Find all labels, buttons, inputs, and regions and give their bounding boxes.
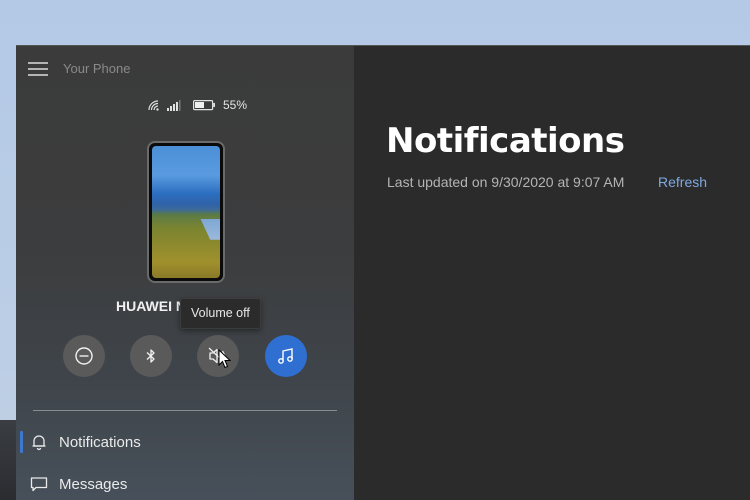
device-name: HUAWEI N <box>116 298 186 314</box>
selected-indicator <box>20 431 23 453</box>
phone-preview[interactable] <box>147 141 225 283</box>
sidebar-divider <box>33 410 337 411</box>
main-content: Notifications Last updated on 9/30/2020 … <box>354 46 750 500</box>
nav-item-label: Notifications <box>59 433 141 451</box>
your-phone-window: Your Phone 55% HUAWEI N Volume off Notif… <box>16 45 750 500</box>
wallpaper-lake <box>200 218 220 240</box>
phone-status-bar: 55% <box>16 98 354 112</box>
hamburger-line <box>28 68 48 70</box>
battery-icon <box>192 100 215 111</box>
bluetooth-icon <box>146 349 155 363</box>
battery-percentage: 55% <box>222 98 248 112</box>
bell-icon <box>32 435 46 451</box>
do-not-disturb-button[interactable] <box>63 335 105 377</box>
quick-actions <box>16 335 354 377</box>
hamburger-menu-button[interactable] <box>28 62 48 76</box>
hamburger-line <box>28 74 48 76</box>
tooltip: Volume off <box>180 298 261 329</box>
cellular-signal-icon <box>166 100 181 111</box>
app-title: Your Phone <box>63 61 131 76</box>
nav-item-messages[interactable]: Messages <box>16 464 354 500</box>
desktop-background-rock <box>0 420 16 500</box>
mouse-cursor-icon <box>218 349 232 369</box>
phone-wallpaper <box>152 146 220 278</box>
refresh-link[interactable]: Refresh <box>658 174 707 190</box>
audio-player-button[interactable] <box>265 335 307 377</box>
wifi-icon <box>148 100 159 111</box>
message-icon <box>30 477 48 492</box>
bluetooth-button[interactable] <box>130 335 172 377</box>
titlebar: Your Phone <box>16 46 354 90</box>
sidebar: Your Phone 55% HUAWEI N Volume off Notif… <box>16 46 354 500</box>
nav-item-label: Messages <box>59 475 128 493</box>
last-updated-text: Last updated on 9/30/2020 at 9:07 AM <box>387 174 625 190</box>
nav-item-notifications[interactable]: Notifications <box>16 422 354 462</box>
page-title: Notifications <box>386 121 625 161</box>
music-note-icon <box>278 348 293 364</box>
hamburger-line <box>28 62 48 64</box>
do-not-disturb-icon <box>75 347 93 365</box>
